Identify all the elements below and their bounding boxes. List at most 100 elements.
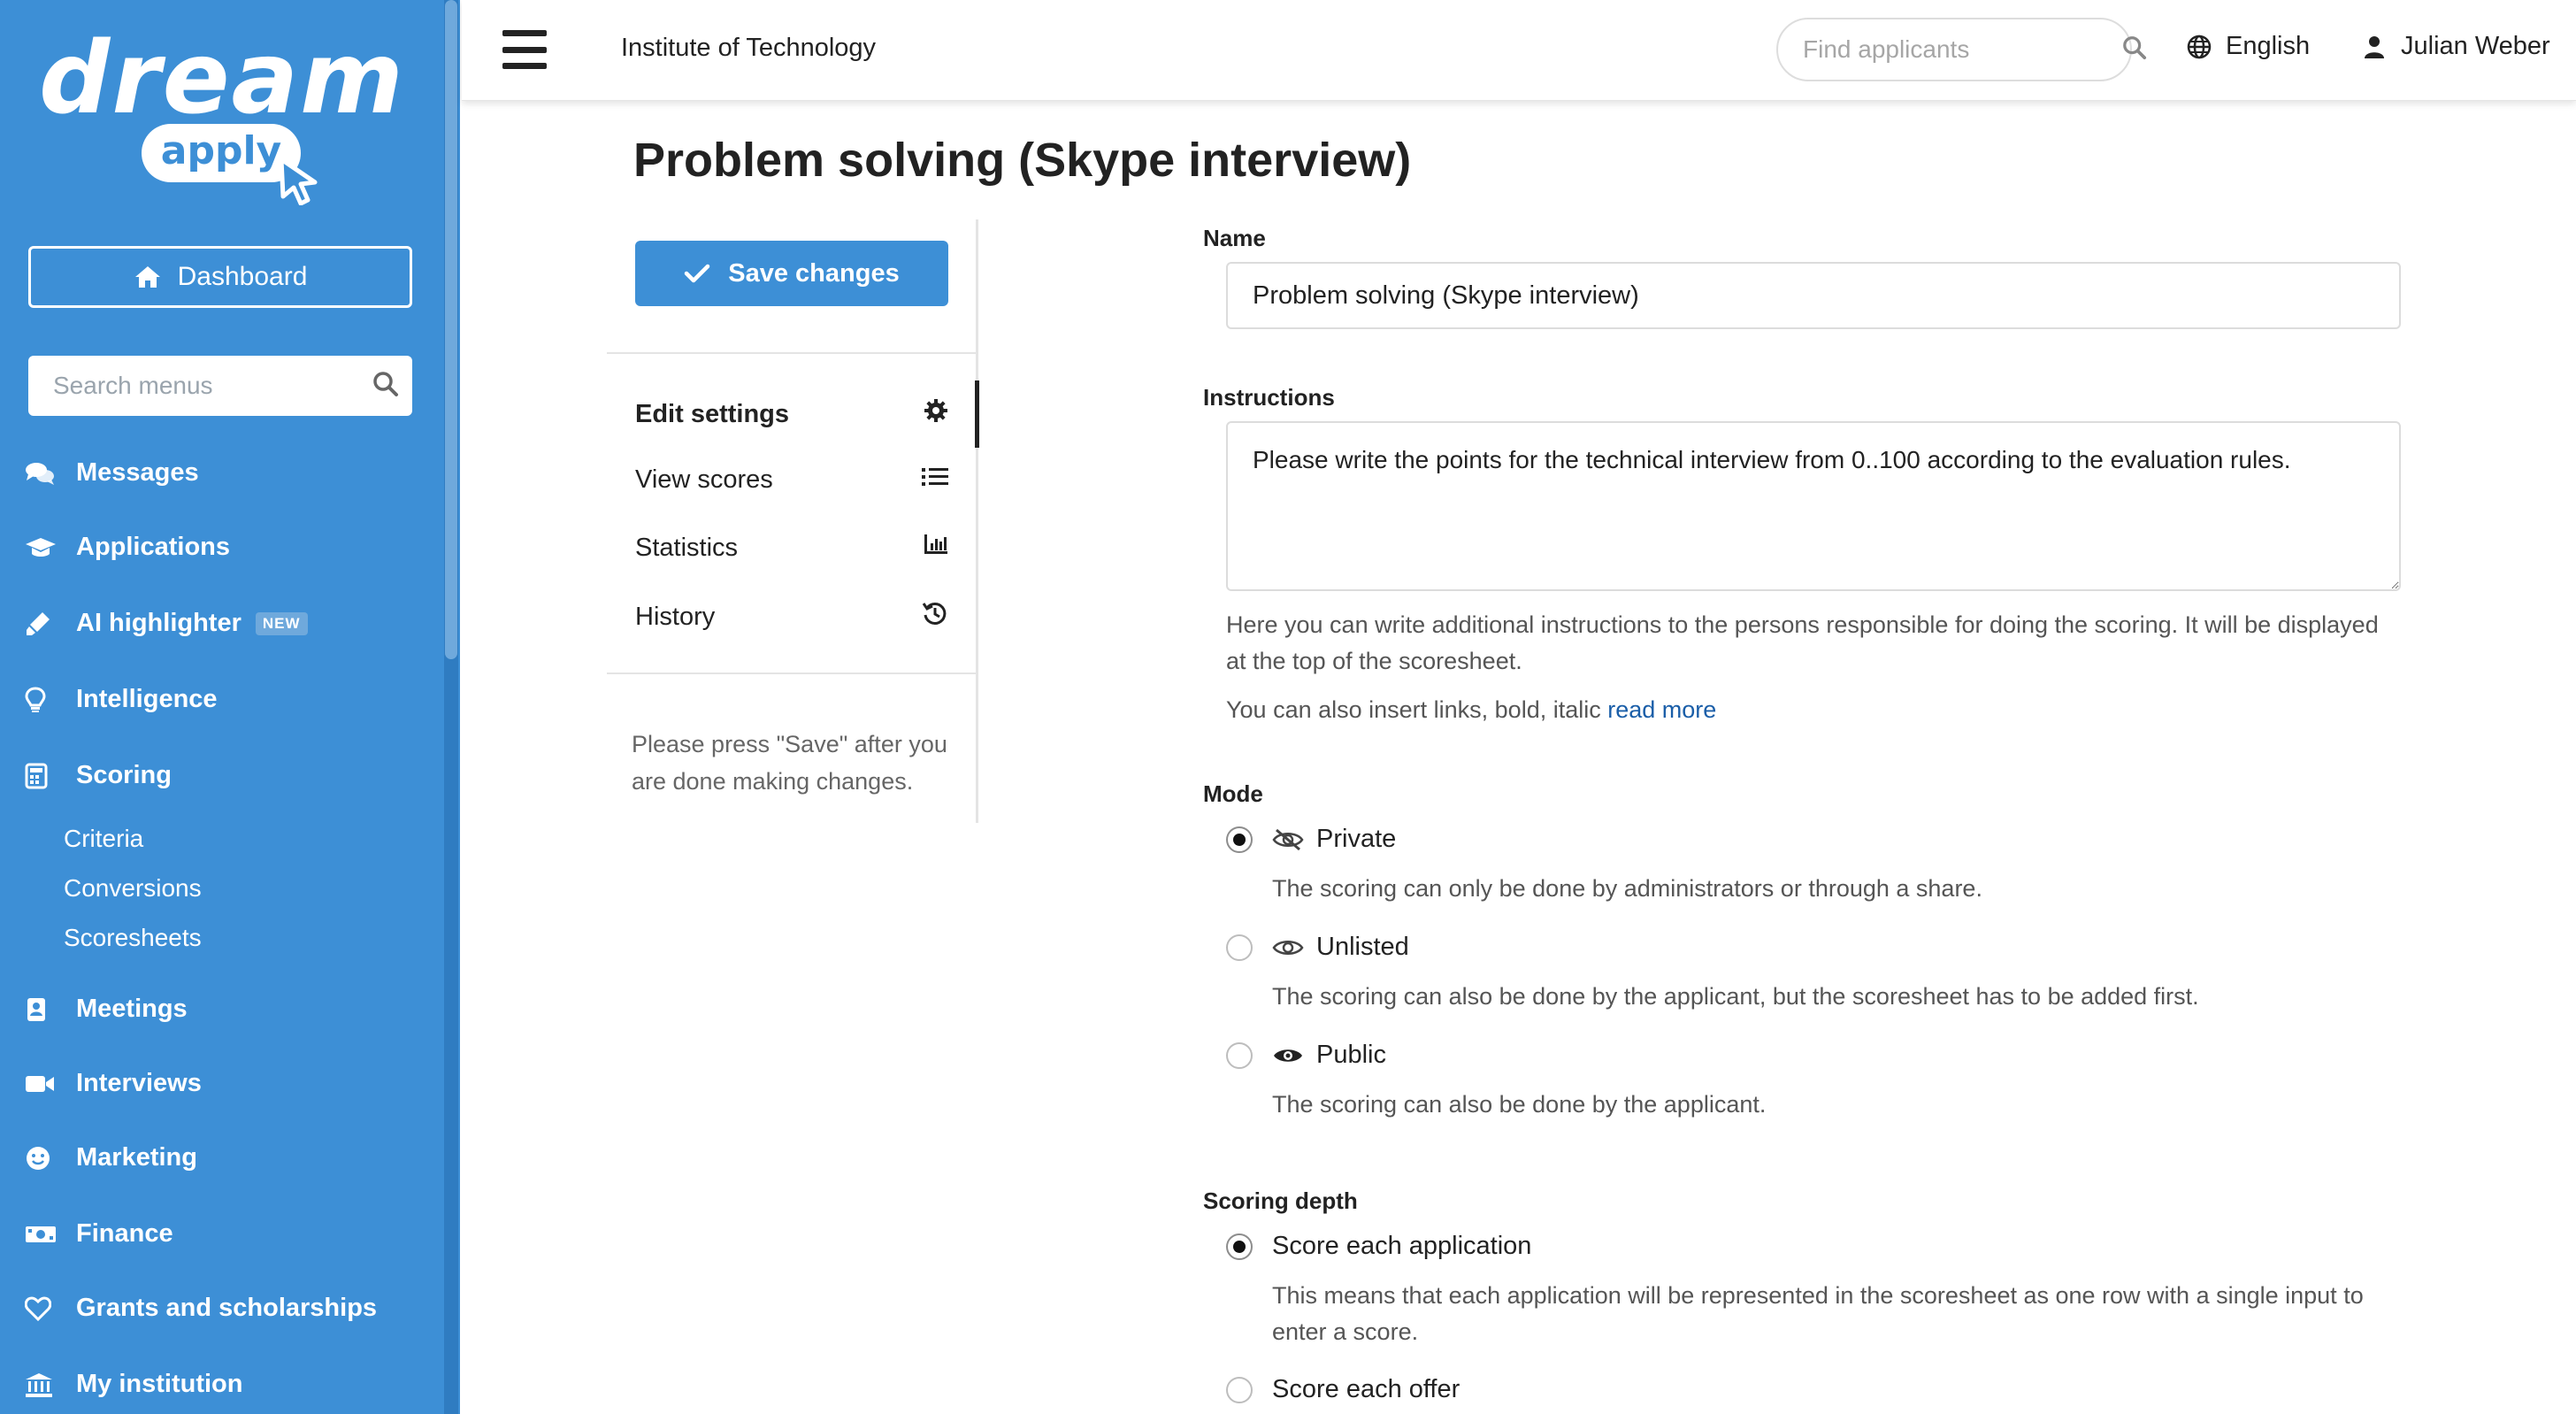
sidebar-item-finance[interactable]: Finance — [25, 1219, 173, 1249]
bar-chart-icon — [924, 533, 948, 563]
search-icon[interactable] — [372, 371, 399, 402]
tab-view-scores[interactable]: View scores — [635, 465, 948, 495]
sidebar-item-label: Marketing — [76, 1143, 197, 1172]
sidebar-item-interviews[interactable]: Interviews — [25, 1069, 202, 1098]
option-label: Unlisted — [1316, 933, 1409, 961]
depth-option-application[interactable]: Score each application — [1226, 1232, 1531, 1261]
dashboard-button[interactable]: Dashboard — [28, 246, 412, 308]
radio-button[interactable] — [1226, 1376, 1253, 1403]
lightbulb-icon — [25, 686, 60, 713]
find-applicants-box[interactable] — [1776, 18, 2147, 81]
sidebar-item-scoring[interactable]: Scoring — [25, 761, 172, 790]
mode-option-unlisted[interactable]: Unlisted — [1226, 933, 1409, 962]
highlighter-icon — [25, 611, 60, 637]
top-bar: Institute of Technology English Julian W… — [462, 0, 2576, 101]
sidebar-item-label: Meetings — [76, 995, 188, 1023]
smile-icon — [25, 1145, 60, 1172]
user-icon — [2364, 35, 2385, 59]
tab-edit-settings[interactable]: Edit settings — [635, 398, 948, 430]
graduation-cap-icon — [25, 536, 60, 559]
find-applicants-input[interactable] — [1803, 35, 2122, 64]
sidebar-scrollbar-thumb[interactable] — [445, 0, 457, 659]
sidebar-item-label: Applications — [76, 533, 231, 561]
submenu-label: History — [635, 602, 716, 631]
home-icon — [134, 265, 162, 289]
read-more-link[interactable]: read more — [1607, 696, 1716, 723]
sidebar-item-label: Messages — [76, 458, 199, 487]
sidebar-item-label: My institution — [76, 1370, 243, 1398]
video-icon — [25, 1073, 60, 1095]
option-label: Private — [1316, 825, 1397, 853]
name-input[interactable] — [1226, 262, 2401, 329]
option-description: This means that each application will be… — [1272, 1282, 2364, 1345]
sidebar-item-intelligence[interactable]: Intelligence — [25, 685, 218, 714]
mode-option-private[interactable]: Private — [1226, 825, 1396, 854]
instructions-textarea[interactable]: Please write the points for the technica… — [1226, 421, 2401, 591]
option-label: Score each offer — [1272, 1375, 1460, 1403]
gear-icon — [924, 398, 948, 430]
new-badge: NEW — [255, 611, 308, 635]
radio-button[interactable] — [1226, 826, 1253, 853]
eye-icon — [1272, 1044, 1304, 1067]
institution-icon — [25, 1372, 60, 1398]
language-label: English — [2226, 32, 2311, 60]
submenu-label: View scores — [635, 465, 773, 494]
list-icon — [922, 465, 948, 495]
sidebar-item-ai-highlighter[interactable]: AI highlighter NEW — [25, 609, 308, 638]
hamburger-menu-icon[interactable] — [502, 30, 547, 69]
sidebar-subitem-criteria[interactable]: Criteria — [64, 825, 143, 853]
search-icon[interactable] — [2122, 35, 2147, 65]
sidebar-subitem-scoresheets[interactable]: Scoresheets — [64, 924, 202, 952]
tab-history[interactable]: History — [635, 600, 948, 634]
divider — [607, 672, 978, 674]
sidebar-item-label: AI highlighter — [76, 609, 242, 637]
save-changes-button[interactable]: Save changes — [635, 241, 948, 306]
cursor-icon — [279, 157, 318, 205]
sidebar-item-label: Grants and scholarships — [76, 1294, 378, 1322]
radio-button[interactable] — [1226, 1233, 1253, 1260]
sidebar-item-meetings[interactable]: Meetings — [25, 995, 188, 1024]
radio-button[interactable] — [1226, 1041, 1253, 1069]
sidebar-subitem-conversions[interactable]: Conversions — [64, 874, 202, 903]
submenu-label: Edit settings — [635, 399, 790, 428]
radio-button[interactable] — [1226, 934, 1253, 961]
sidebar-item-applications[interactable]: Applications — [25, 533, 230, 562]
active-indicator — [975, 380, 979, 448]
history-icon — [922, 600, 948, 634]
option-label: Score each application — [1272, 1232, 1532, 1260]
user-name: Julian Weber — [2401, 32, 2550, 60]
institution-name[interactable]: Institute of Technology — [621, 34, 876, 63]
sidebar-item-messages[interactable]: Messages — [25, 458, 199, 488]
submenu-label: Statistics — [635, 533, 739, 562]
mode-option-public[interactable]: Public — [1226, 1041, 1386, 1070]
heart-icon — [25, 1295, 60, 1321]
search-menus-input[interactable] — [53, 372, 372, 400]
help-text: You can also insert links, bold, italic — [1226, 696, 1601, 723]
sidebar-item-marketing[interactable]: Marketing — [25, 1143, 197, 1172]
depth-option-offer[interactable]: Score each offer — [1226, 1375, 1460, 1404]
eye-slash-icon — [1272, 828, 1304, 851]
calculator-icon — [25, 763, 60, 789]
name-label: Name — [1203, 225, 1266, 251]
language-selector[interactable]: English — [2187, 32, 2310, 61]
check-icon — [684, 263, 710, 284]
dashboard-label: Dashboard — [177, 262, 308, 291]
search-menus-box[interactable] — [28, 356, 412, 416]
comments-icon — [25, 461, 60, 486]
option-description: The scoring can only be done by administ… — [1272, 875, 1982, 902]
tab-statistics[interactable]: Statistics — [635, 533, 948, 563]
instructions-label: Instructions — [1203, 384, 1335, 411]
sidebar-item-label: Finance — [76, 1219, 173, 1248]
logo-wordmark: dream — [39, 21, 405, 136]
money-icon — [25, 1224, 60, 1245]
dreamapply-logo[interactable]: dream apply — [0, 9, 444, 205]
globe-icon — [2187, 35, 2212, 59]
eye-outline-icon — [1272, 936, 1304, 959]
address-book-icon — [25, 996, 60, 1023]
sidebar-item-label: Scoring — [76, 761, 172, 789]
sidebar-item-grants[interactable]: Grants and scholarships — [25, 1294, 377, 1323]
user-menu[interactable]: Julian Weber — [2364, 32, 2550, 61]
mode-label: Mode — [1203, 780, 1263, 807]
save-reminder-note: Please press "Save" after you are done m… — [632, 731, 947, 795]
sidebar-item-my-institution[interactable]: My institution — [25, 1370, 242, 1399]
